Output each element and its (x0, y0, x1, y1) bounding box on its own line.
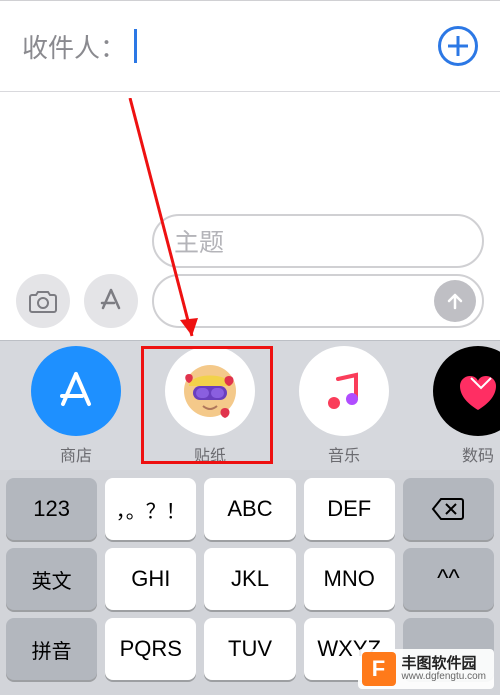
app-item-music[interactable]: 音乐 (290, 346, 398, 466)
recipient-bar: 收件人： (0, 0, 500, 92)
key-english[interactable]: 英文 (6, 548, 97, 610)
key-punct[interactable]: ，。？！ (105, 478, 196, 540)
appstore-icon (96, 286, 126, 316)
camera-button[interactable] (16, 274, 70, 328)
key-pinyin[interactable]: 拼音 (6, 618, 97, 680)
store-icon (31, 346, 121, 436)
key-ghi[interactable]: GHI (105, 548, 196, 610)
add-recipient-button[interactable] (438, 26, 478, 66)
app-item-sticker[interactable]: 贴纸 (156, 346, 264, 466)
app-item-store[interactable]: 商店 (22, 346, 130, 466)
subject-input[interactable]: 主题 (152, 214, 484, 268)
music-icon (299, 346, 389, 436)
camera-icon (28, 289, 58, 313)
appstore-compose-button[interactable] (84, 274, 138, 328)
subject-placeholder: 主题 (174, 223, 224, 259)
key-jkl[interactable]: JKL (204, 548, 295, 610)
digital-touch-icon (433, 346, 500, 436)
compose-row: 主题 (16, 250, 484, 328)
watermark-title: 丰图软件园 (402, 656, 487, 672)
app-label-music: 音乐 (328, 442, 360, 466)
app-item-digital[interactable]: 数码 (424, 346, 500, 466)
app-label-sticker: 贴纸 (194, 442, 226, 466)
keyboard-row-1: 123 ，。？！ ABC DEF (6, 478, 494, 540)
key-delete[interactable] (403, 478, 494, 540)
key-123[interactable]: 123 (6, 478, 97, 540)
send-button[interactable] (434, 280, 476, 322)
message-input[interactable] (152, 274, 484, 328)
keyboard-row-2: 英文 GHI JKL MNO ^^ (6, 548, 494, 610)
app-label-digital: 数码 (462, 442, 494, 466)
key-pqrs[interactable]: PQRS (105, 618, 196, 680)
memoji-sticker-icon (165, 346, 255, 436)
app-label-store: 商店 (60, 442, 92, 466)
watermark-badge: F (362, 652, 396, 686)
arrow-up-icon (445, 291, 465, 311)
recipient-label: 收件人： (22, 28, 126, 65)
imessage-app-drawer[interactable]: 商店 贴纸 (0, 340, 500, 470)
recipient-input-cursor[interactable] (134, 29, 137, 63)
key-abc[interactable]: ABC (204, 478, 295, 540)
key-mno[interactable]: MNO (304, 548, 395, 610)
delete-icon (431, 497, 465, 521)
watermark-url: www.dgfengtu.com (402, 672, 487, 683)
key-def[interactable]: DEF (304, 478, 395, 540)
key-tuv[interactable]: TUV (204, 618, 295, 680)
watermark: F 丰图软件园 www.dgfengtu.com (358, 649, 495, 689)
key-tone[interactable]: ^^ (403, 548, 494, 610)
